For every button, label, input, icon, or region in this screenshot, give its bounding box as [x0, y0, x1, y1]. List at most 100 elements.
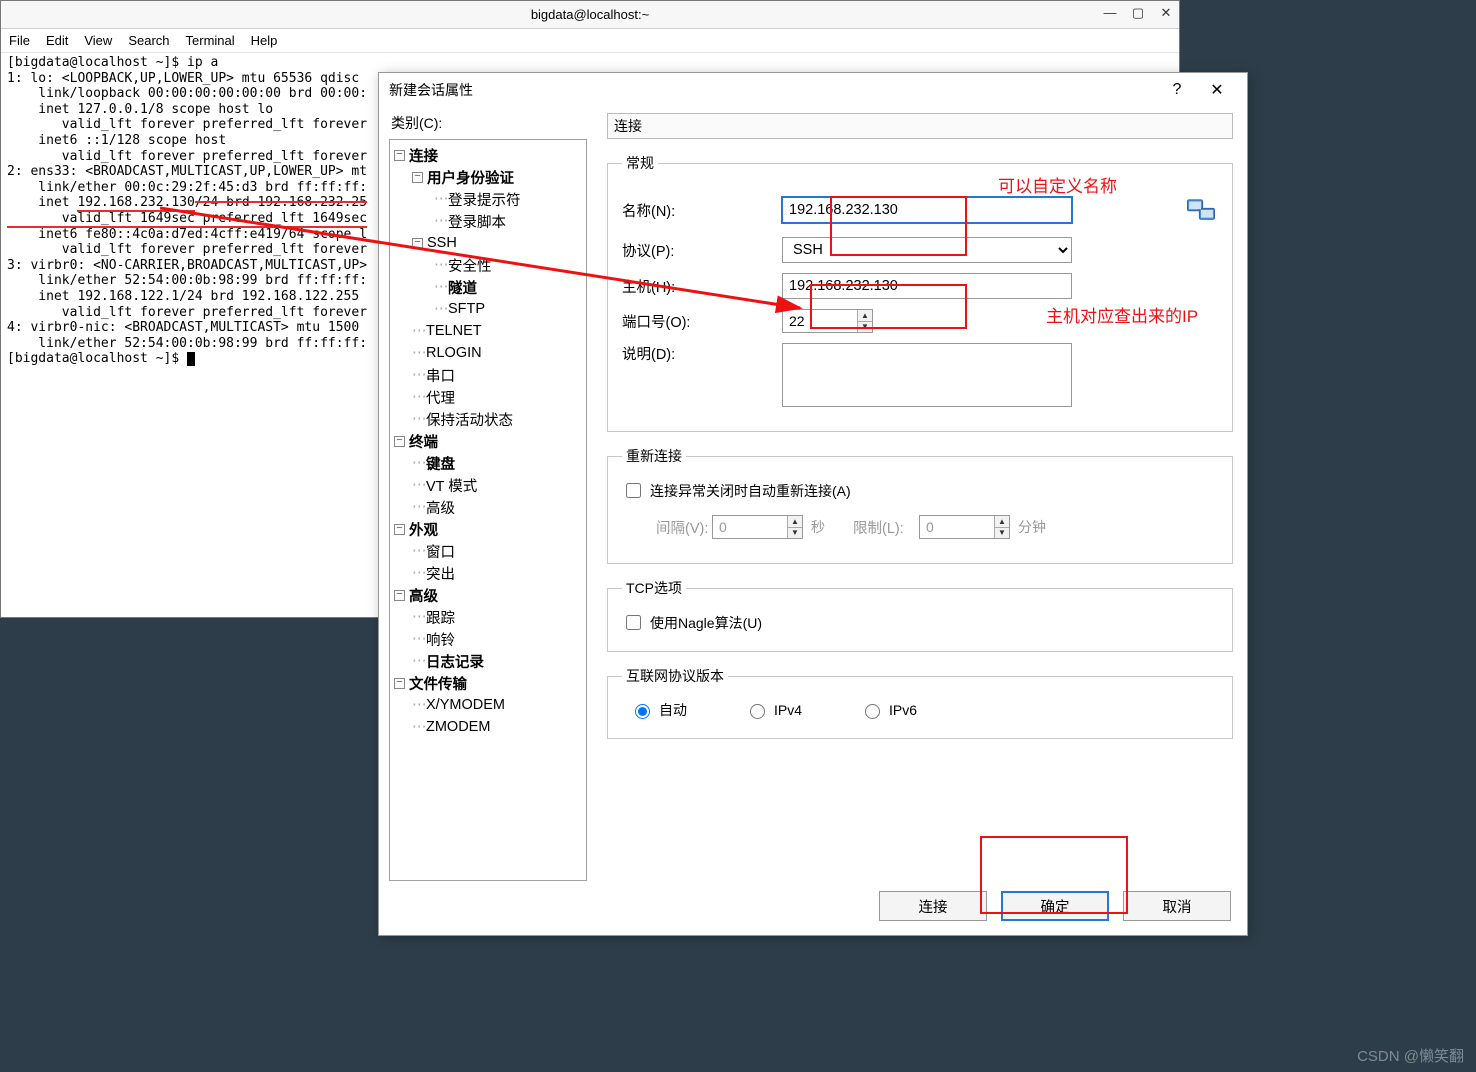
- host-input[interactable]: [782, 273, 1072, 299]
- highlighted-ip: 192.168.232.130: [77, 195, 194, 212]
- tree-sftp[interactable]: ⋯SFTP: [392, 298, 584, 320]
- up-arrow-icon: ▲: [995, 516, 1009, 528]
- tree-highlight[interactable]: ⋯突出: [392, 562, 584, 584]
- terminal-menubar: File Edit View Search Terminal Help: [1, 29, 1179, 53]
- nagle-checkbox[interactable]: [626, 615, 641, 630]
- terminal-line: link/ether 00:0c:29:2f:45:d3 brd ff:ff:f…: [7, 180, 367, 195]
- terminal-line: 3: virbr0: <NO-CARRIER,BROADCAST,MULTICA…: [7, 258, 367, 273]
- tree-tunnel[interactable]: ⋯隧道: [392, 276, 584, 298]
- tree-logging[interactable]: ⋯日志记录: [392, 650, 584, 672]
- terminal-line: link/loopback 00:00:00:00:00:00 brd 00:0…: [7, 86, 367, 101]
- tcp-group: TCP选项 使用Nagle算法(U): [607, 578, 1233, 652]
- name-input[interactable]: [782, 197, 1072, 223]
- desc-textarea[interactable]: [782, 343, 1072, 407]
- tree-security[interactable]: ⋯安全性: [392, 254, 584, 276]
- terminal-line: valid_lft forever preferred_lft forever: [7, 117, 367, 132]
- close-icon[interactable]: ✕: [1159, 5, 1173, 21]
- tree-adv[interactable]: ⋯高级: [392, 496, 584, 518]
- connect-button[interactable]: 连接: [879, 891, 987, 921]
- minimize-icon[interactable]: —: [1103, 5, 1117, 21]
- terminal-line: [bigdata@localhost ~]$ ip a: [7, 55, 218, 70]
- menu-file[interactable]: File: [9, 33, 30, 48]
- menu-search[interactable]: Search: [128, 33, 169, 48]
- collapse-icon[interactable]: −: [412, 238, 423, 249]
- terminal-titlebar[interactable]: bigdata@localhost:~ — ▢ ✕: [1, 1, 1179, 29]
- close-icon[interactable]: ✕: [1197, 75, 1237, 105]
- ipv6-radio[interactable]: [865, 704, 880, 719]
- port-spinner[interactable]: ▲▼: [782, 309, 873, 333]
- tree-proxy[interactable]: ⋯代理: [392, 386, 584, 408]
- general-legend: 常规: [622, 153, 658, 173]
- up-arrow-icon: ▲: [788, 516, 802, 528]
- ipv4-radio[interactable]: [750, 704, 765, 719]
- interval-unit: 秒: [811, 517, 825, 537]
- tree-appearance[interactable]: −外观: [392, 518, 584, 540]
- menu-view[interactable]: View: [84, 33, 112, 48]
- collapse-icon[interactable]: −: [394, 436, 405, 447]
- tree-login-script[interactable]: ⋯登录脚本: [392, 210, 584, 232]
- tree-xymodem[interactable]: ⋯X/YMODEM: [392, 694, 584, 716]
- terminal-line: valid_lft forever preferred_lft forever: [7, 149, 367, 164]
- tree-advanced[interactable]: −高级: [392, 584, 584, 606]
- ip-auto-radio[interactable]: [635, 704, 650, 719]
- tree-trace[interactable]: ⋯跟踪: [392, 606, 584, 628]
- reconnect-group: 重新连接 连接异常关闭时自动重新连接(A) 间隔(V): ▲▼ 秒 限制(L):: [607, 446, 1233, 564]
- reconnect-legend: 重新连接: [622, 446, 686, 466]
- collapse-icon[interactable]: −: [394, 524, 405, 535]
- terminal-line: valid_lft 1649sec preferred_lft 1649sec: [7, 211, 367, 228]
- port-input[interactable]: [783, 310, 857, 332]
- protocol-select[interactable]: SSH: [782, 237, 1072, 263]
- tree-rlogin[interactable]: ⋯RLOGIN: [392, 342, 584, 364]
- terminal-line: inet6 fe80::4c0a:d7ed:4cff:e419/64 scope…: [7, 227, 367, 242]
- tree-file[interactable]: −文件传输: [392, 672, 584, 694]
- terminal-line: inet 127.0.0.1/8 scope host lo: [7, 102, 273, 117]
- tree-window[interactable]: ⋯窗口: [392, 540, 584, 562]
- tree-connection[interactable]: −连接: [392, 144, 584, 166]
- up-arrow-icon[interactable]: ▲: [858, 310, 872, 322]
- collapse-icon[interactable]: −: [412, 172, 423, 183]
- down-arrow-icon[interactable]: ▼: [858, 322, 872, 333]
- collapse-icon[interactable]: −: [394, 590, 405, 601]
- tree-ssh[interactable]: −SSH: [392, 232, 584, 254]
- tree-vt[interactable]: ⋯VT 模式: [392, 474, 584, 496]
- limit-input: [920, 516, 994, 538]
- category-panel: 类别(C): −连接 −用户身份验证 ⋯登录提示符 ⋯登录脚本 −SSH ⋯安全…: [379, 107, 597, 881]
- down-arrow-icon: ▼: [995, 528, 1009, 539]
- auto-reconnect-checkbox[interactable]: [626, 483, 641, 498]
- menu-help[interactable]: Help: [251, 33, 278, 48]
- tree-auth[interactable]: −用户身份验证: [392, 166, 584, 188]
- tree-terminal[interactable]: −终端: [392, 430, 584, 452]
- auto-reconnect-label: 连接异常关闭时自动重新连接(A): [650, 481, 851, 501]
- collapse-icon[interactable]: −: [394, 150, 405, 161]
- dialog-buttons: 连接 确定 取消: [379, 881, 1247, 935]
- tree-keepalive[interactable]: ⋯保持活动状态: [392, 408, 584, 430]
- terminal-line: link/ether 52:54:00:0b:98:99 brd ff:ff:f…: [7, 273, 367, 288]
- dialog-titlebar[interactable]: 新建会话属性 ? ✕: [379, 73, 1247, 107]
- help-icon[interactable]: ?: [1157, 75, 1197, 105]
- menu-terminal[interactable]: Terminal: [186, 33, 235, 48]
- menu-edit[interactable]: Edit: [46, 33, 68, 48]
- terminal-line: /24 brd 192.168.232.25: [195, 195, 367, 210]
- terminal-line: 2: ens33: <BROADCAST,MULTICAST,UP,LOWER_…: [7, 164, 367, 179]
- tree-serial[interactable]: ⋯串口: [392, 364, 584, 386]
- port-label: 端口号(O):: [622, 311, 782, 332]
- tree-login-prompt[interactable]: ⋯登录提示符: [392, 188, 584, 210]
- tree-keyboard[interactable]: ⋯键盘: [392, 452, 584, 474]
- ok-button[interactable]: 确定: [1001, 891, 1109, 921]
- terminal-line: inet: [7, 195, 77, 210]
- panel-title: [607, 113, 1233, 139]
- tree-zmodem[interactable]: ⋯ZMODEM: [392, 716, 584, 738]
- dialog-title: 新建会话属性: [389, 80, 473, 100]
- terminal-line: 1: lo: <LOOPBACK,UP,LOWER_UP> mtu 65536 …: [7, 71, 367, 86]
- ip-legend: 互联网协议版本: [622, 666, 728, 686]
- watermark: CSDN @懒笑翻: [1357, 1045, 1464, 1066]
- tree-bell[interactable]: ⋯响铃: [392, 628, 584, 650]
- cancel-button[interactable]: 取消: [1123, 891, 1231, 921]
- maximize-icon[interactable]: ▢: [1131, 5, 1145, 21]
- tree-telnet[interactable]: ⋯TELNET: [392, 320, 584, 342]
- collapse-icon[interactable]: −: [394, 678, 405, 689]
- host-label: 主机(H):: [622, 276, 782, 297]
- terminal-title: bigdata@localhost:~: [531, 7, 649, 22]
- category-tree[interactable]: −连接 −用户身份验证 ⋯登录提示符 ⋯登录脚本 −SSH ⋯安全性 ⋯隧道 ⋯…: [389, 139, 587, 881]
- ipv6-label: IPv6: [889, 702, 917, 718]
